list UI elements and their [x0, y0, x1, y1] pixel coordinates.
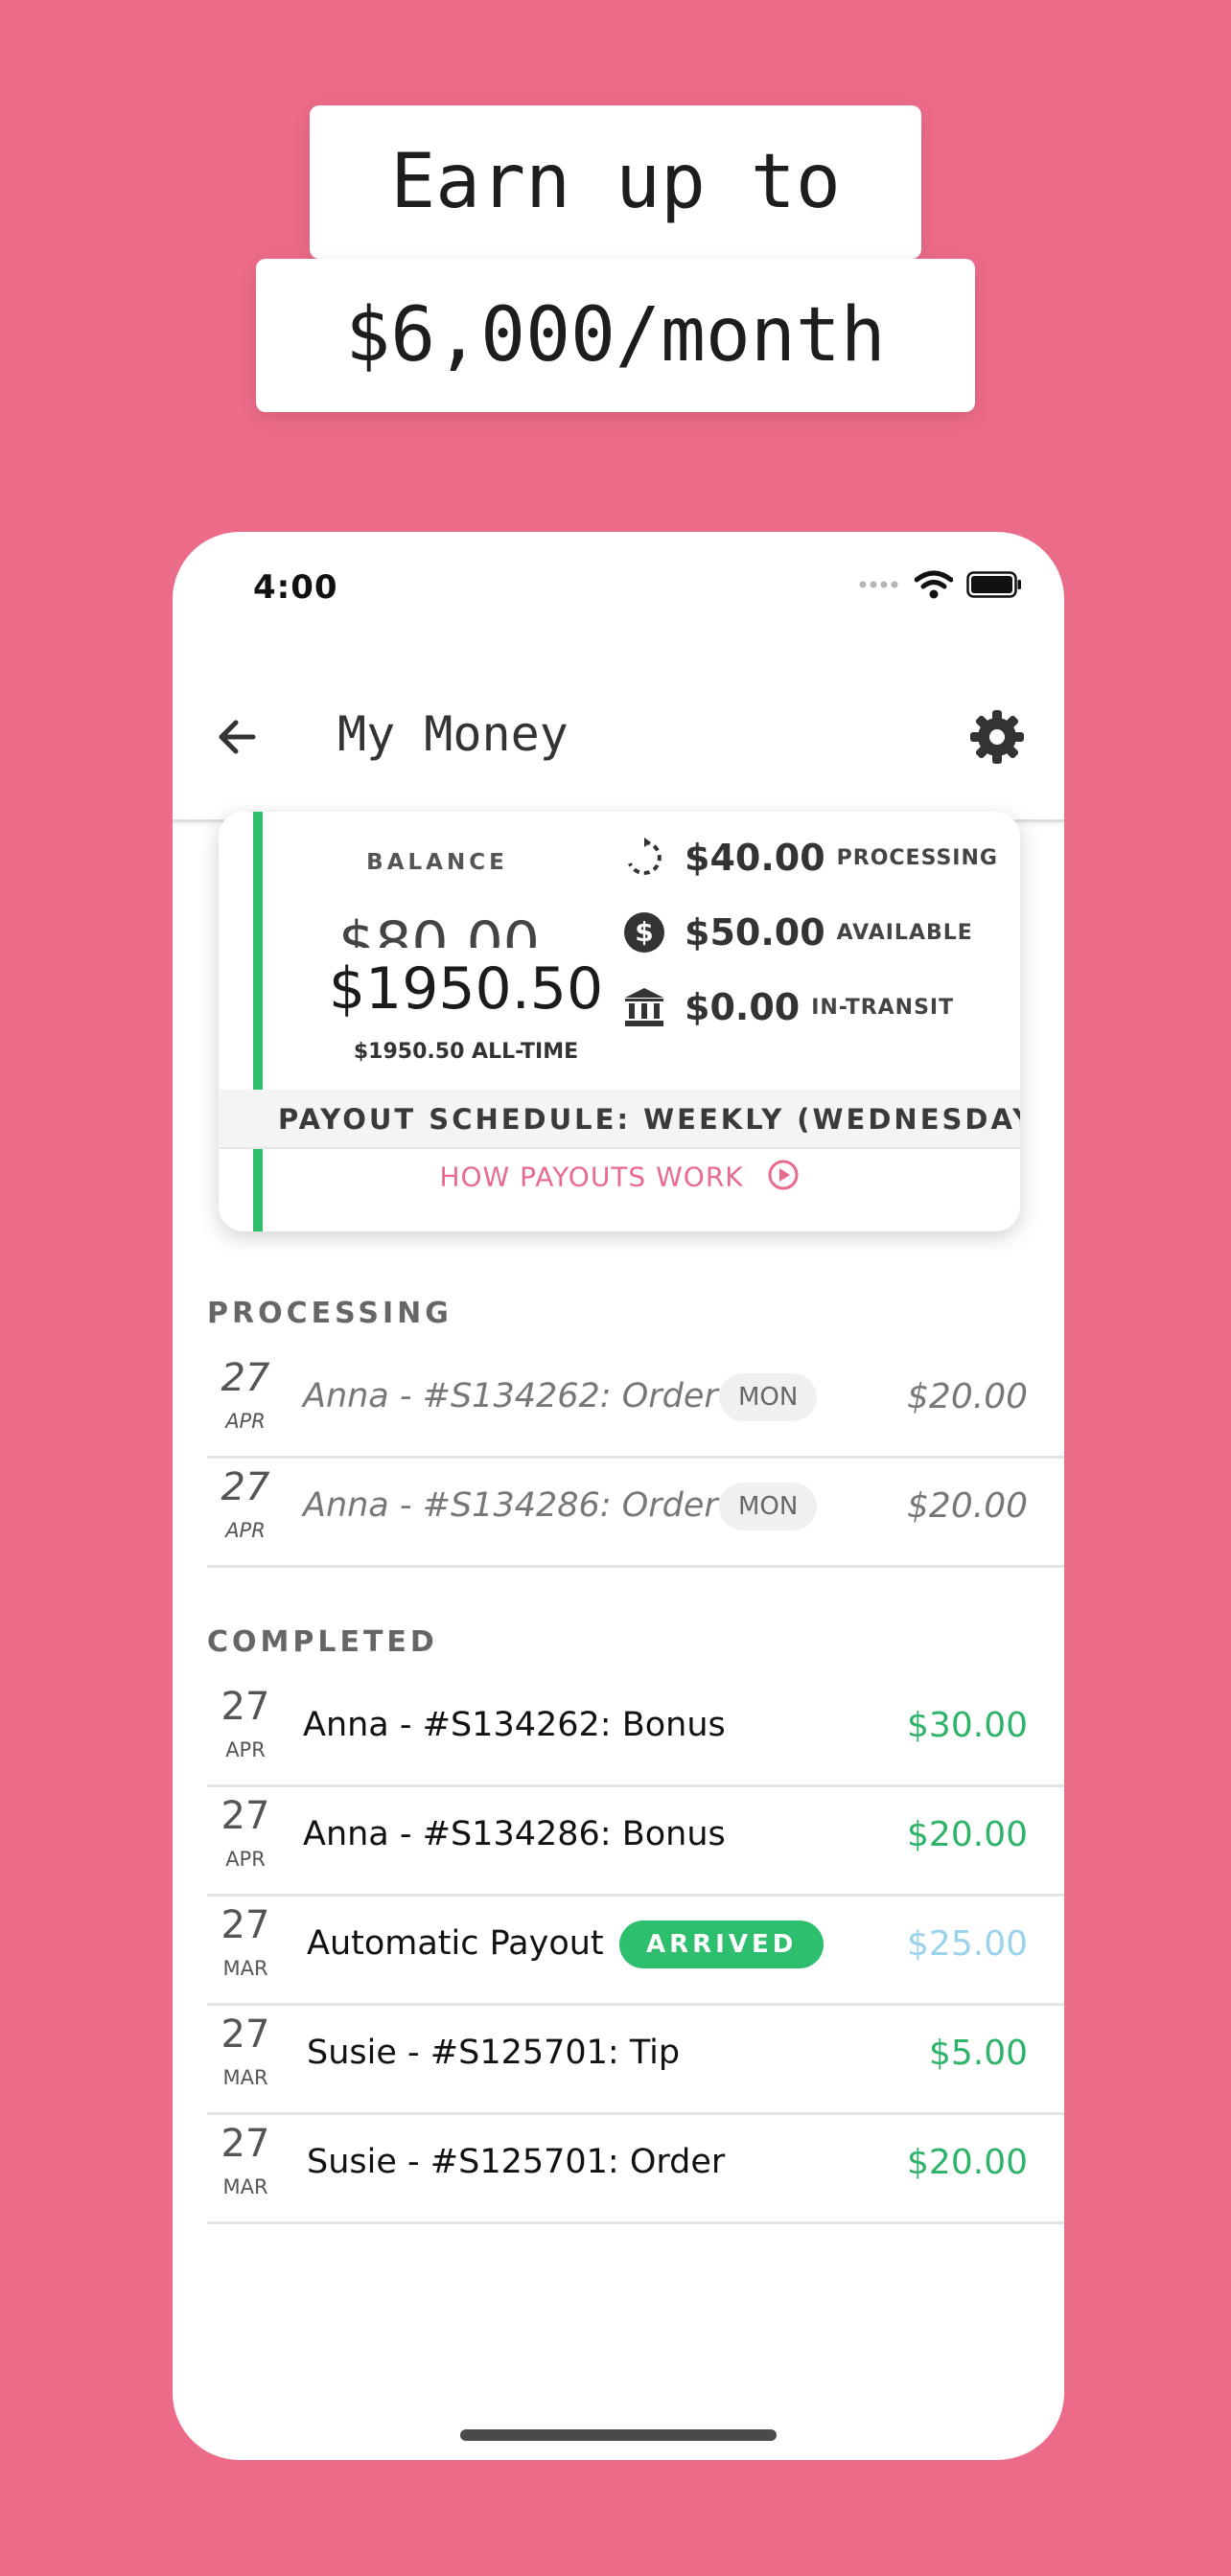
item-description: Anna - #S134286: Order — [303, 1486, 718, 1525]
item-month: MAR — [222, 2175, 268, 2198]
item-amount: $20.00 — [907, 1377, 1028, 1416]
list-item[interactable]: 27 MAR Susie - #S125701: Tip $5.00 — [207, 2003, 1064, 2115]
balance-ghost-amount: $80.00 — [338, 909, 540, 948]
item-month: APR — [225, 1848, 266, 1871]
stat-in-transit: $0.00 IN-TRANSIT — [621, 984, 954, 1030]
completed-section-title: COMPLETED — [207, 1625, 438, 1659]
item-month: MAR — [222, 1957, 268, 1980]
stat-label: PROCESSING — [836, 845, 998, 870]
list-item[interactable]: 27 APR Anna - #S134262: Bonus $30.00 — [207, 1675, 1064, 1787]
stat-label: IN-TRANSIT — [811, 995, 955, 1020]
item-day: 27 — [221, 1903, 270, 1947]
item-description: Anna - #S134262: Bonus — [303, 1706, 726, 1744]
item-amount: $25.00 — [907, 1924, 1028, 1964]
balance-label: BALANCE — [366, 850, 508, 875]
stat-amount: $50.00 — [685, 911, 825, 954]
balance-all-time: $1950.50 ALL-TIME — [353, 1040, 579, 1064]
item-description: Anna - #S134286: Bonus — [303, 1815, 726, 1853]
status-badge: ARRIVED — [619, 1920, 825, 1968]
item-day: 27 — [221, 1685, 270, 1729]
stat-amount: $0.00 — [685, 986, 801, 1028]
page-title: My Money — [337, 706, 569, 762]
item-description: Anna - #S134262: Order — [303, 1377, 718, 1415]
item-day: 27 — [221, 2122, 270, 2166]
dollar-circle-icon: $ — [621, 909, 667, 955]
item-day: 27 — [221, 1356, 270, 1400]
item-description: Susie - #S125701: Tip — [307, 2034, 681, 2072]
day-tag: MON — [719, 1483, 818, 1530]
stat-processing: $40.00 PROCESSING — [621, 835, 998, 881]
phone-screen: 4:00 My Money BALANCE $80.00 $1950.50 $1… — [173, 532, 1064, 2460]
item-amount: $20.00 — [907, 1815, 1028, 1854]
status-icons — [859, 570, 1022, 599]
list-item[interactable]: 27 APR Anna - #S134286: Bonus $20.00 — [207, 1784, 1064, 1897]
item-day: 27 — [221, 1794, 270, 1838]
item-month: APR — [225, 1410, 266, 1433]
item-amount: $5.00 — [928, 2034, 1028, 2073]
promo-headline-line1: Earn up to — [0, 105, 1231, 259]
status-time: 4:00 — [253, 568, 338, 607]
list-item[interactable]: 27 MAR Susie - #S125701: Order $20.00 — [207, 2112, 1064, 2224]
item-amount: $20.00 — [907, 1486, 1028, 1526]
battery-icon — [966, 571, 1021, 598]
item-description: Automatic Payout — [307, 1924, 604, 1963]
item-day: 27 — [221, 1465, 270, 1509]
item-amount: $30.00 — [907, 1706, 1028, 1745]
wifi-icon — [915, 570, 953, 599]
balance-amount: $1950.50 — [328, 955, 604, 1023]
day-tag: MON — [719, 1373, 818, 1421]
payout-schedule-text: PAYOUT SCHEDULE: WEEKLY (WEDNESDAY) — [278, 1103, 1020, 1136]
item-month: MAR — [222, 2066, 268, 2089]
promo-text-line1: Earn up to — [310, 105, 921, 259]
list-item[interactable]: 27 APR Anna - #S134262: Order MON $20.00 — [207, 1346, 1064, 1459]
balance-card: BALANCE $80.00 $1950.50 $1950.50 ALL-TIM… — [219, 812, 1020, 1231]
stat-available: $ $50.00 AVAILABLE — [621, 909, 973, 955]
item-description: Susie - #S125701: Order — [307, 2143, 726, 2181]
item-day: 27 — [221, 2012, 270, 2057]
list-item[interactable]: 27 MAR Automatic Payout ARRIVED $25.00 — [207, 1894, 1064, 2006]
processing-section-title: PROCESSING — [207, 1297, 453, 1330]
arrow-left-icon[interactable] — [211, 710, 265, 764]
bank-icon — [621, 984, 667, 1030]
stat-label: AVAILABLE — [836, 920, 973, 945]
item-month: APR — [225, 1738, 266, 1761]
gear-icon[interactable] — [966, 706, 1028, 768]
signal-dots-icon — [859, 581, 898, 588]
app-bar: My Money — [173, 656, 1064, 822]
item-month: APR — [225, 1519, 266, 1542]
stat-amount: $40.00 — [685, 837, 825, 879]
promo-headline-line2: $6,000/month — [0, 259, 1231, 412]
how-payouts-work-label: HOW PAYOUTS WORK — [439, 1161, 744, 1193]
svg-text:$: $ — [635, 916, 653, 948]
play-circle-icon — [767, 1159, 800, 1198]
payout-schedule: PAYOUT SCHEDULE: WEEKLY (WEDNESDAY) — [219, 1090, 1020, 1149]
item-amount: $20.00 — [907, 2143, 1028, 2182]
promo-text-line2: $6,000/month — [256, 259, 975, 412]
refresh-clock-icon — [621, 835, 667, 881]
home-indicator[interactable] — [460, 2429, 777, 2441]
how-payouts-work-link[interactable]: HOW PAYOUTS WORK — [219, 1159, 1020, 1198]
list-item[interactable]: 27 APR Anna - #S134286: Order MON $20.00 — [207, 1456, 1064, 1568]
